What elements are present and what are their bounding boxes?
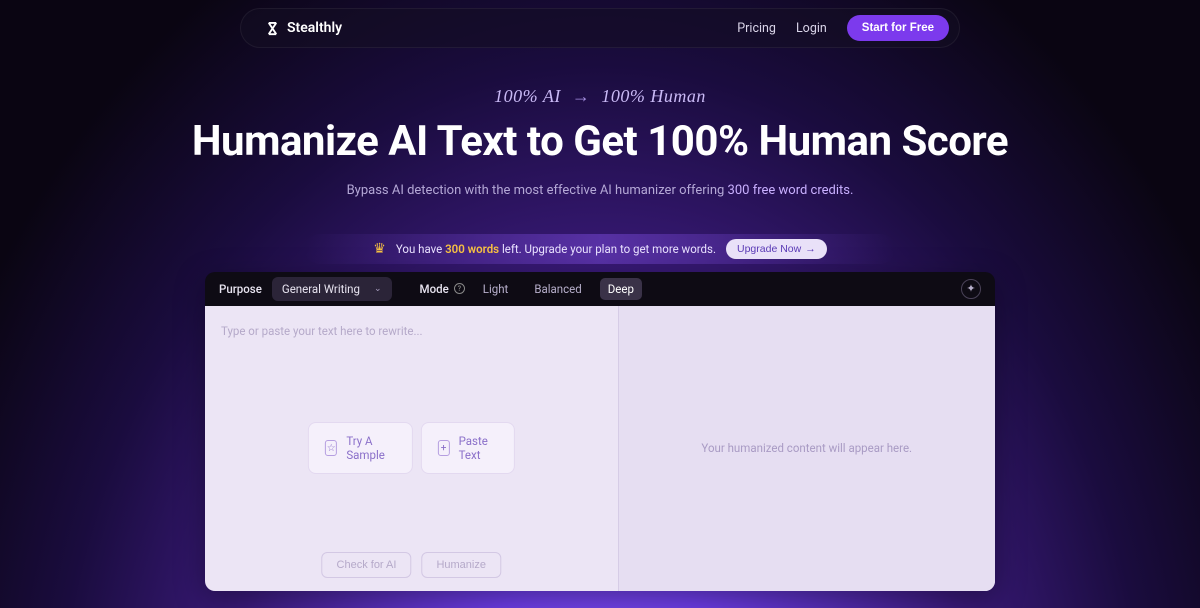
compass-icon[interactable]: ✦ — [961, 279, 981, 299]
hero: 100% AI → 100% Human Humanize AI Text to… — [0, 86, 1200, 198]
crown-icon: ♛ — [373, 241, 386, 257]
editor: Purpose General Writing ⌄ Mode ? Light B… — [205, 272, 995, 591]
start-free-button[interactable]: Start for Free — [847, 15, 949, 41]
tagline-right: 100% Human — [601, 86, 706, 106]
mode-label: Mode ? — [420, 282, 465, 296]
try-sample-button[interactable]: ☆ Try A Sample — [308, 422, 412, 474]
upgrade-now-button[interactable]: Upgrade Now → — [726, 239, 827, 259]
mode-balanced[interactable]: Balanced — [526, 278, 589, 300]
navbar: Stealthly Pricing Login Start for Free — [240, 8, 960, 48]
free-credits-link[interactable]: 300 free word credits. — [728, 183, 854, 198]
nav-login[interactable]: Login — [796, 21, 827, 36]
word-count: 300 words — [445, 242, 499, 256]
tagline-left: 100% AI — [494, 86, 561, 106]
chevron-down-icon: ⌄ — [374, 284, 382, 294]
editor-body: Type or paste your text here to rewrite.… — [205, 306, 995, 591]
upgrade-bar: ♛ You have 300 words left. Upgrade your … — [305, 234, 895, 264]
arrow-right-icon: → — [805, 243, 816, 255]
purpose-label: Purpose — [219, 282, 262, 296]
logo-icon — [265, 21, 280, 36]
check-ai-button[interactable]: Check for AI — [322, 552, 412, 578]
logo[interactable]: Stealthly — [265, 20, 342, 36]
paste-text-button[interactable]: + Paste Text — [421, 422, 515, 474]
arrow-icon: → — [572, 86, 591, 106]
brand-name: Stealthly — [287, 20, 342, 36]
purpose-select[interactable]: General Writing ⌄ — [272, 277, 392, 301]
nav-pricing[interactable]: Pricing — [737, 21, 776, 36]
output-panel: Your humanized content will appear here. — [619, 306, 996, 591]
output-placeholder: Your humanized content will appear here. — [701, 441, 912, 455]
tagline: 100% AI → 100% Human — [0, 86, 1200, 107]
humanize-button[interactable]: Humanize — [421, 552, 501, 578]
input-placeholder: Type or paste your text here to rewrite.… — [221, 324, 423, 338]
subline-text: Bypass AI detection with the most effect… — [347, 183, 728, 198]
upgrade-text: You have 300 words left. Upgrade your pl… — [396, 242, 716, 256]
editor-toolbar: Purpose General Writing ⌄ Mode ? Light B… — [205, 272, 995, 306]
star-icon: ☆ — [325, 440, 337, 456]
mode-deep[interactable]: Deep — [600, 278, 642, 300]
input-panel[interactable]: Type or paste your text here to rewrite.… — [205, 306, 619, 591]
headline: Humanize AI Text to Get 100% Human Score — [0, 117, 1200, 167]
info-icon[interactable]: ? — [454, 283, 465, 294]
mode-light[interactable]: Light — [475, 278, 517, 300]
purpose-value: General Writing — [282, 282, 360, 296]
subline: Bypass AI detection with the most effect… — [0, 183, 1200, 198]
paste-icon: + — [438, 440, 450, 456]
